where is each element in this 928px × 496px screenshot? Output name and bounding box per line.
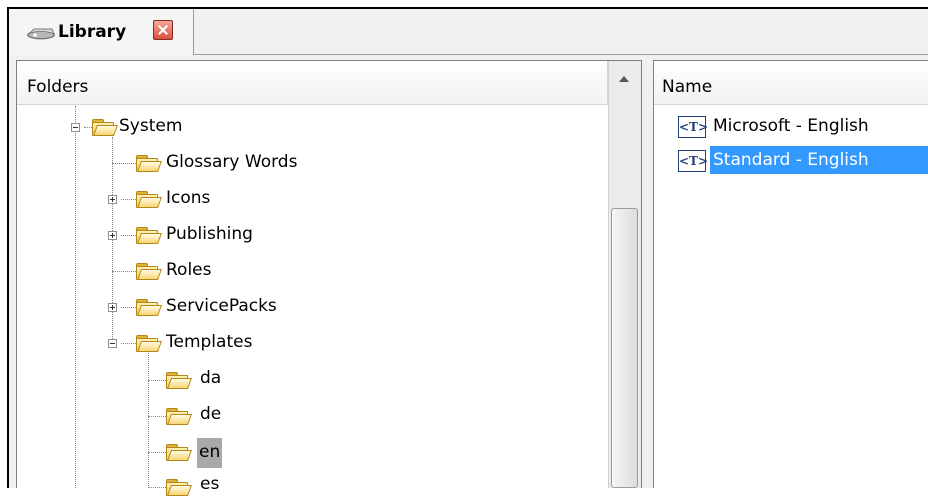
list-item-label: Standard - English (713, 150, 869, 170)
tree-line (148, 452, 166, 453)
scrollbar-thumb[interactable] (611, 208, 638, 488)
collapse-icon[interactable] (71, 123, 80, 132)
folder-open-icon (136, 263, 163, 280)
folder-open-icon (136, 299, 163, 316)
tree-item-label: Templates (166, 332, 253, 352)
expand-icon[interactable] (108, 231, 117, 240)
tree-line (112, 137, 113, 343)
tree-line (121, 235, 136, 236)
tree-line (121, 307, 136, 308)
tree-line (148, 416, 166, 417)
folder-open-icon (166, 372, 193, 389)
expand-icon[interactable] (108, 195, 117, 204)
folder-open-icon (136, 227, 163, 244)
tab-title: Library (58, 22, 127, 42)
folders-header-label: Folders (27, 77, 89, 97)
folder-open-icon (136, 155, 163, 172)
template-icon: <T> (678, 150, 708, 172)
tree-item-label: de (200, 404, 222, 424)
tree-item-label: ServicePacks (166, 296, 277, 316)
tree-item-label: Glossary Words (166, 152, 298, 172)
name-header-label: Name (662, 77, 713, 97)
close-icon[interactable] (153, 20, 173, 40)
tree-line (148, 353, 149, 488)
tree-item-label: Icons (166, 188, 211, 208)
template-icon: <T> (678, 116, 708, 138)
tree-item-label: es (200, 474, 220, 494)
tree-item-label: da (200, 368, 222, 388)
tree-item-label: Publishing (166, 224, 253, 244)
folder-open-icon (166, 479, 193, 496)
tree-line (112, 163, 136, 164)
collapse-icon[interactable] (108, 339, 117, 348)
folders-column-header[interactable] (17, 61, 608, 105)
folder-open-icon (92, 119, 119, 136)
tree-line (121, 343, 136, 344)
folder-open-icon (166, 408, 193, 425)
tree-item-label: System (119, 116, 183, 136)
arrow-up-icon (619, 76, 629, 82)
folder-open-icon (136, 191, 163, 208)
tree-line (75, 106, 76, 488)
tree-line (121, 199, 136, 200)
folder-open-icon (136, 335, 163, 352)
drive-icon (27, 28, 55, 40)
folder-open-icon (166, 444, 193, 461)
tree-line (148, 380, 166, 381)
tree-line (112, 271, 136, 272)
tree-item-label: Roles (166, 260, 212, 280)
tree-item-label: en (197, 438, 223, 468)
tree-line (84, 127, 92, 128)
expand-icon[interactable] (108, 303, 117, 312)
list-item-label: Microsoft - English (713, 116, 869, 136)
